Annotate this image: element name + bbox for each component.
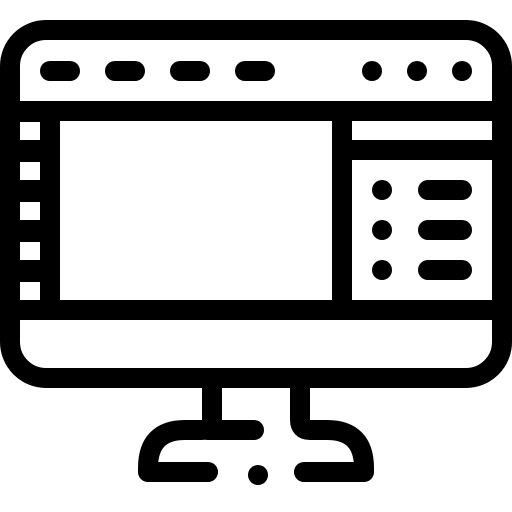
sidebar-square-5	[20, 282, 40, 300]
list-bullet-3	[372, 260, 392, 280]
sidebar-square-2	[20, 162, 40, 180]
window-dot-2	[407, 61, 427, 81]
list-bullet-2	[372, 220, 392, 240]
monitor-icon	[0, 0, 512, 512]
main-content-panel	[40, 101, 352, 320]
stand-base-dot	[248, 465, 268, 485]
sidebar-square-1	[20, 122, 40, 140]
monitor-stand	[138, 368, 374, 482]
sidebar-square-3	[20, 202, 40, 220]
monitor-svg	[0, 20, 512, 485]
window-dot-3	[452, 61, 472, 81]
stand-neck-right	[290, 368, 374, 482]
window-dot-1	[362, 61, 382, 81]
window-control-dots	[362, 61, 472, 81]
list-bullet-1	[372, 180, 392, 200]
sidebar-square-4	[20, 242, 40, 260]
